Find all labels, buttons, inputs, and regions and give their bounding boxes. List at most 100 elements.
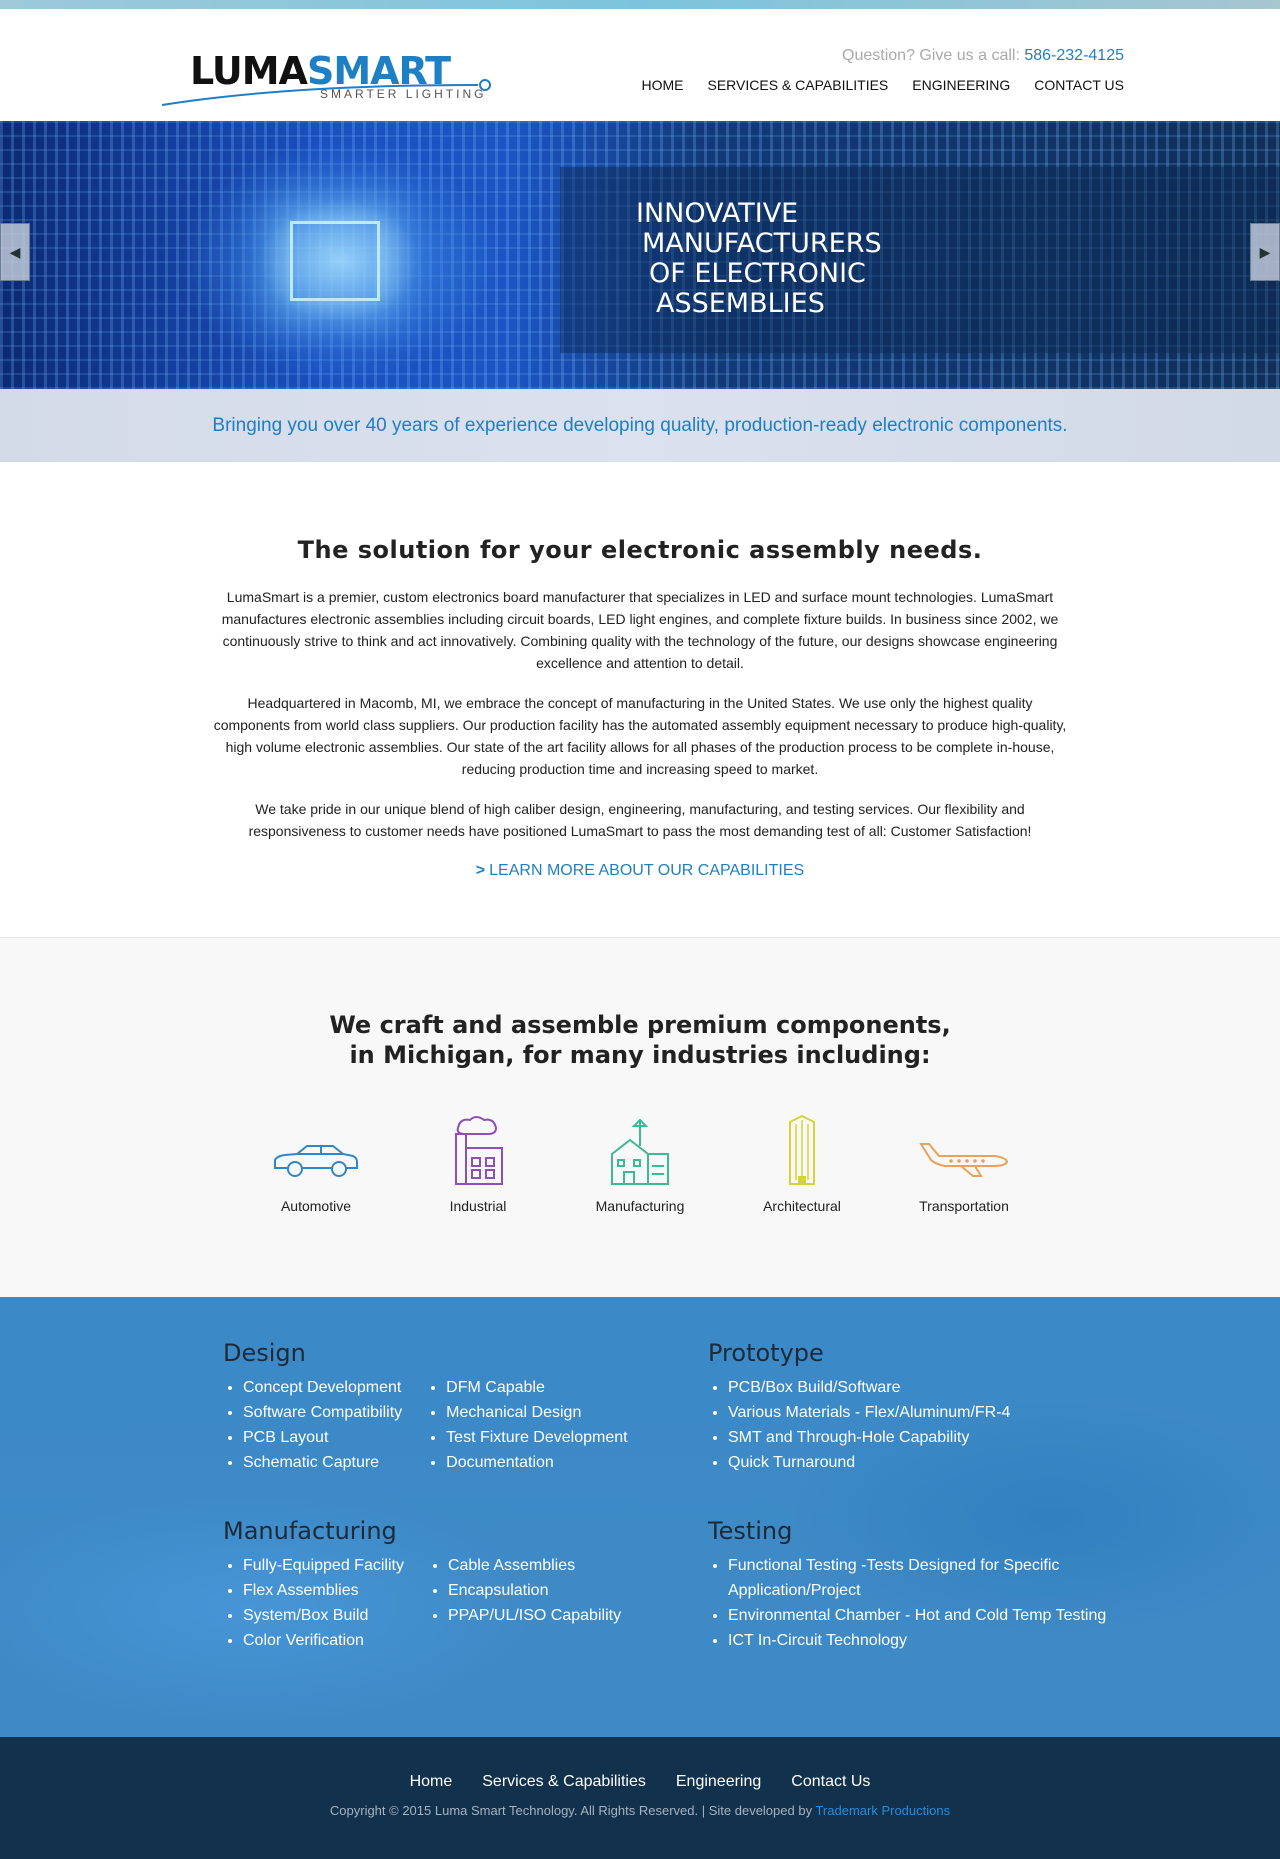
industry-label: Automotive — [280, 1198, 352, 1214]
service-title: Prototype — [708, 1339, 824, 1367]
nav-engineering[interactable]: ENGINEERING — [912, 77, 1010, 93]
industry-industrial: Industrial — [418, 1114, 538, 1214]
nav-home[interactable]: HOME — [641, 77, 683, 93]
intro-paragraph: Headquartered in Macomb, MI, we embrace … — [213, 695, 1067, 777]
service-item: Test Fixture Development — [446, 1425, 627, 1450]
building-icon — [611, 1118, 669, 1185]
industry-label: Architectural — [763, 1198, 841, 1214]
industries-list: Automotive Industrial Manufacturing Arch… — [0, 1114, 1280, 1214]
footer-link-engineering[interactable]: Engineering — [676, 1773, 761, 1791]
industry-transportation: Transportation — [904, 1114, 1024, 1214]
triangle-left-icon: ◀ — [9, 243, 21, 260]
slider-prev-button[interactable]: ◀ — [0, 223, 30, 281]
services-grid: Design Concept Development Software Comp… — [223, 1339, 1123, 1653]
service-item: SMT and Through-Hole Capability — [728, 1425, 1123, 1450]
footer-link-contact[interactable]: Contact Us — [791, 1773, 870, 1791]
phone-line: Question? Give us a call: 586-232-4125 — [842, 47, 1124, 65]
service-item: Mechanical Design — [446, 1400, 627, 1425]
phone-prefix: Question? Give us a call: — [842, 47, 1020, 64]
service-item: PPAP/UL/ISO Capability — [448, 1603, 621, 1628]
main-nav: HOME SERVICES & CAPABILITIES ENGINEERING… — [641, 77, 1124, 93]
footer-nav: Home Services & Capabilities Engineering… — [0, 1773, 1280, 1791]
service-item: Encapsulation — [448, 1578, 621, 1603]
service-list: Fully-Equipped Facility Flex Assemblies … — [223, 1553, 404, 1653]
service-item: Documentation — [446, 1450, 627, 1475]
service-title: Testing — [708, 1517, 793, 1545]
intro-heading: The solution for your electronic assembl… — [297, 536, 983, 564]
hero-line: ASSEMBLIES — [656, 288, 825, 319]
lumasmart-logo[interactable]: LUMASMART SMARTER LIGHTING — [160, 49, 500, 109]
industries-heading: We craft and assemble premium components… — [0, 1010, 1280, 1070]
hero-slider: INNOVATIVE MANUFACTURERS OF ELECTRONIC A… — [0, 121, 1280, 389]
industry-label: Industrial — [449, 1198, 507, 1214]
service-item: Functional Testing -Tests Designed for S… — [728, 1553, 1123, 1603]
industry-label: Manufacturing — [595, 1198, 685, 1214]
copyright-label: Copyright © 2015 Luma Smart Technology. … — [329, 1803, 813, 1818]
service-item: ICT In-Circuit Technology — [728, 1628, 1123, 1653]
industry-manufacturing: Manufacturing — [580, 1114, 700, 1214]
service-title: Manufacturing — [223, 1517, 397, 1545]
industry-label: Transportation — [919, 1198, 1009, 1214]
top-accent-bar — [0, 0, 1280, 9]
airplane-icon — [919, 1143, 1009, 1177]
slider-next-button[interactable]: ▶ — [1250, 223, 1280, 281]
circuit-board-image — [290, 221, 380, 301]
service-item: Color Verification — [243, 1628, 404, 1653]
intro-paragraph: LumaSmart is a premier, custom electroni… — [221, 589, 1059, 671]
service-list: Functional Testing -Tests Designed for S… — [708, 1553, 1123, 1653]
tagline-text: Bringing you over 40 years of experience… — [212, 414, 1068, 436]
factory-icon — [455, 1116, 503, 1185]
footer-link-services[interactable]: Services & Capabilities — [482, 1773, 646, 1791]
hero-headline: INNOVATIVE MANUFACTURERS OF ELECTRONIC A… — [636, 199, 882, 319]
service-manufacturing: Manufacturing Fully-Equipped Facility Fl… — [223, 1517, 708, 1653]
service-list: Concept Development Software Compatibili… — [223, 1375, 402, 1475]
service-list: PCB/Box Build/Software Various Materials… — [708, 1375, 1123, 1475]
service-item: Environmental Chamber - Hot and Cold Tem… — [728, 1603, 1123, 1628]
car-icon — [274, 1145, 358, 1177]
learn-more-link[interactable]: > LEARN MORE ABOUT OUR CAPABILITIES — [476, 862, 804, 880]
service-item: PCB Layout — [243, 1425, 402, 1450]
service-prototype: Prototype PCB/Box Build/Software Various… — [708, 1339, 1123, 1475]
site-header: LUMASMART SMARTER LIGHTING Question? Giv… — [0, 9, 1280, 121]
service-title: Design — [223, 1339, 306, 1367]
nav-contact-us[interactable]: CONTACT US — [1034, 77, 1124, 93]
service-item: Software Compatibility — [243, 1400, 402, 1425]
triangle-right-icon: ▶ — [1259, 243, 1271, 260]
service-list: DFM Capable Mechanical Design Test Fixtu… — [426, 1375, 627, 1475]
service-item: System/Box Build — [243, 1603, 404, 1628]
service-item: DFM Capable — [446, 1375, 627, 1400]
phone-number-link[interactable]: 586-232-4125 — [1024, 47, 1124, 64]
service-item: Concept Development — [243, 1375, 402, 1400]
skyscraper-icon — [789, 1114, 815, 1185]
service-list: Cable Assemblies Encapsulation PPAP/UL/I… — [428, 1553, 621, 1653]
intro-paragraph: We take pride in our unique blend of hig… — [248, 801, 1032, 839]
developer-link[interactable]: Trademark Productions — [815, 1803, 950, 1818]
service-item: Quick Turnaround — [728, 1450, 1123, 1475]
industry-automotive: Automotive — [256, 1114, 376, 1214]
site-footer: Home Services & Capabilities Engineering… — [0, 1737, 1280, 1859]
nav-services-capabilities[interactable]: SERVICES & CAPABILITIES — [707, 77, 888, 93]
service-item: Flex Assemblies — [243, 1578, 404, 1603]
service-testing: Testing Functional Testing -Tests Design… — [708, 1517, 1123, 1653]
hero-line: OF ELECTRONIC — [649, 258, 866, 289]
hero-line: INNOVATIVE — [636, 198, 799, 229]
industries-section: We craft and assemble premium components… — [0, 937, 1280, 1297]
learn-more-label: LEARN MORE ABOUT OUR CAPABILITIES — [489, 862, 805, 879]
footer-link-home[interactable]: Home — [410, 1773, 453, 1791]
tagline-strip: Bringing you over 40 years of experience… — [0, 389, 1280, 462]
intro-section: The solution for your electronic assembl… — [0, 462, 1280, 937]
industry-architectural: Architectural — [742, 1114, 862, 1214]
service-item: Fully-Equipped Facility — [243, 1553, 404, 1578]
service-item: PCB/Box Build/Software — [728, 1375, 1123, 1400]
industries-heading-line: We craft and assemble premium components… — [329, 1011, 951, 1039]
copyright-text: Copyright © 2015 Luma Smart Technology. … — [0, 1803, 1280, 1818]
logo-luma-text: LUMA — [190, 49, 308, 93]
services-section: Design Concept Development Software Comp… — [0, 1297, 1280, 1737]
industries-heading-line: in Michigan, for many industries includi… — [349, 1041, 931, 1069]
service-item: Cable Assemblies — [448, 1553, 621, 1578]
hero-line: MANUFACTURERS — [642, 228, 882, 259]
service-item: Various Materials - Flex/Aluminum/FR-4 — [728, 1400, 1123, 1425]
chevron-right-icon: > — [475, 862, 486, 879]
service-design: Design Concept Development Software Comp… — [223, 1339, 708, 1475]
service-item: Schematic Capture — [243, 1450, 402, 1475]
